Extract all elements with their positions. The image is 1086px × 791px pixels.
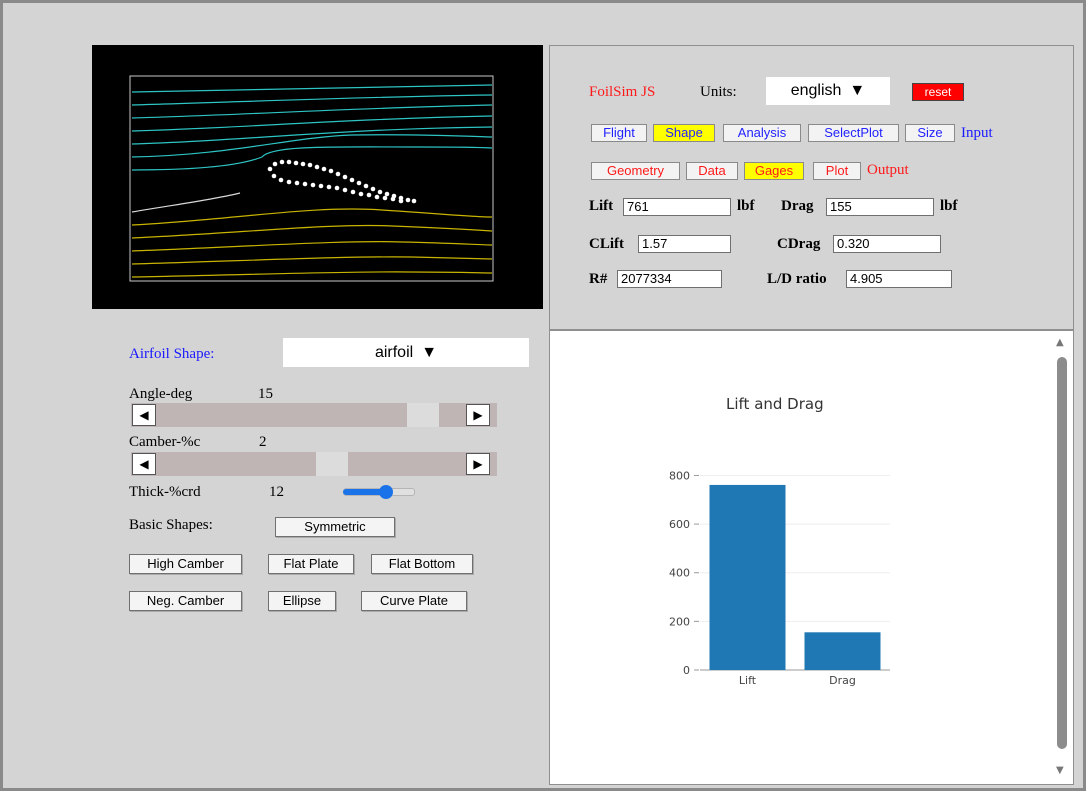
y-tick-label: 0 (683, 664, 690, 677)
cdrag-label: CDrag (777, 236, 821, 252)
drag-output: 155 (826, 198, 934, 216)
airfoil-shape-dropdown[interactable]: airfoil ▼ (283, 338, 529, 367)
flat-bottom-button[interactable]: Flat Bottom (371, 554, 473, 574)
airfoil-shape-label: Airfoil Shape: (129, 346, 215, 362)
tab-size[interactable]: Size (905, 124, 955, 142)
airfoil-dots (267, 159, 417, 204)
chevron-down-icon: ▼ (849, 82, 866, 99)
lift-output: 761 (623, 198, 731, 216)
airfoil-shape-value: airfoil (374, 343, 414, 361)
ld-ratio-output: 4.905 (846, 270, 952, 288)
upper-streamlines (131, 84, 493, 171)
x-tick-label: Lift (739, 674, 757, 687)
angle-label: Angle-deg (129, 386, 193, 402)
angle-slider[interactable] (131, 403, 497, 427)
scroll-up-icon[interactable]: ▲ (1056, 337, 1064, 348)
camber-slider-thumb[interactable] (316, 452, 348, 476)
units-dropdown[interactable]: english ▼ (766, 77, 890, 105)
drag-label: Drag (781, 198, 814, 214)
clift-label: CLift (589, 236, 624, 252)
high-camber-button[interactable]: High Camber (129, 554, 242, 574)
y-tick-label: 200 (669, 615, 690, 628)
thickness-label: Thick-%crd (129, 484, 201, 500)
curve-plate-button[interactable]: Curve Plate (361, 591, 467, 611)
plot-scrollbar[interactable]: ▲ ▼ (1055, 337, 1069, 777)
lift-drag-bar-chart: 0 200 400 600 800 Lift Drag (669, 469, 890, 687)
y-tick-label: 400 (669, 567, 690, 580)
ellipse-button[interactable]: Ellipse (268, 591, 336, 611)
y-tick-label: 600 (669, 518, 690, 531)
clift-output: 1.57 (638, 235, 731, 253)
reynolds-output: 2077334 (617, 270, 722, 288)
reset-button[interactable]: reset (912, 83, 964, 101)
camber-decrease-button[interactable]: ◀ (132, 453, 156, 475)
lower-streamlines (131, 208, 493, 278)
lift-unit: lbf (737, 198, 755, 214)
scroll-thumb[interactable] (1057, 357, 1067, 749)
angle-slider-thumb[interactable] (407, 403, 439, 427)
scroll-down-icon[interactable]: ▼ (1056, 765, 1064, 776)
tab-shape[interactable]: Shape (653, 124, 715, 142)
plot-panel: Lift and Drag 0 200 400 600 800 Lift Drag ▲ ▼ (549, 330, 1074, 785)
units-value: english (790, 82, 842, 99)
reynolds-label: R# (589, 271, 608, 287)
flow-view-svg (129, 75, 494, 282)
basic-shapes-label: Basic Shapes: (129, 517, 213, 533)
camber-label: Camber-%c (129, 434, 201, 450)
thickness-slider-thumb[interactable] (379, 485, 393, 499)
ld-ratio-label: L/D ratio (767, 271, 827, 287)
camber-value: 2 (259, 434, 267, 450)
foilsim-app: FoilSim JS Units: english ▼ reset Flight… (0, 0, 1086, 791)
symmetric-button[interactable]: Symmetric (275, 517, 395, 537)
camber-slider[interactable] (131, 452, 497, 476)
units-label: Units: (700, 84, 737, 100)
y-tick-label: 800 (669, 469, 690, 482)
cdrag-output: 0.320 (833, 235, 941, 253)
bar-drag (804, 632, 881, 670)
tab-analysis[interactable]: Analysis (723, 124, 801, 142)
app-title: FoilSim JS (589, 84, 656, 100)
tab-data[interactable]: Data (686, 162, 738, 180)
chart-title: Lift and Drag (726, 395, 824, 413)
output-group-label: Output (867, 162, 909, 178)
x-tick-label: Drag (829, 674, 856, 687)
tab-flight[interactable]: Flight (591, 124, 647, 142)
camber-increase-button[interactable]: ▶ (466, 453, 490, 475)
flat-plate-button[interactable]: Flat Plate (268, 554, 354, 574)
chevron-down-icon: ▼ (421, 343, 438, 361)
input-group-label: Input (961, 125, 993, 141)
tab-plot[interactable]: Plot (813, 162, 861, 180)
tab-geometry[interactable]: Geometry (591, 162, 680, 180)
dividing-streamline (131, 192, 241, 213)
bar-lift (709, 484, 786, 670)
lift-label: Lift (589, 198, 614, 214)
tab-gages[interactable]: Gages (744, 162, 804, 180)
flow-view-canvas[interactable] (92, 45, 543, 309)
output-control-panel: FoilSim JS Units: english ▼ reset Flight… (549, 45, 1074, 330)
thickness-value: 12 (269, 484, 284, 500)
angle-increase-button[interactable]: ▶ (466, 404, 490, 426)
angle-decrease-button[interactable]: ◀ (132, 404, 156, 426)
tab-selectplot[interactable]: SelectPlot (808, 124, 899, 142)
drag-unit: lbf (940, 198, 958, 214)
angle-value: 15 (258, 386, 273, 402)
neg-camber-button[interactable]: Neg. Camber (129, 591, 242, 611)
